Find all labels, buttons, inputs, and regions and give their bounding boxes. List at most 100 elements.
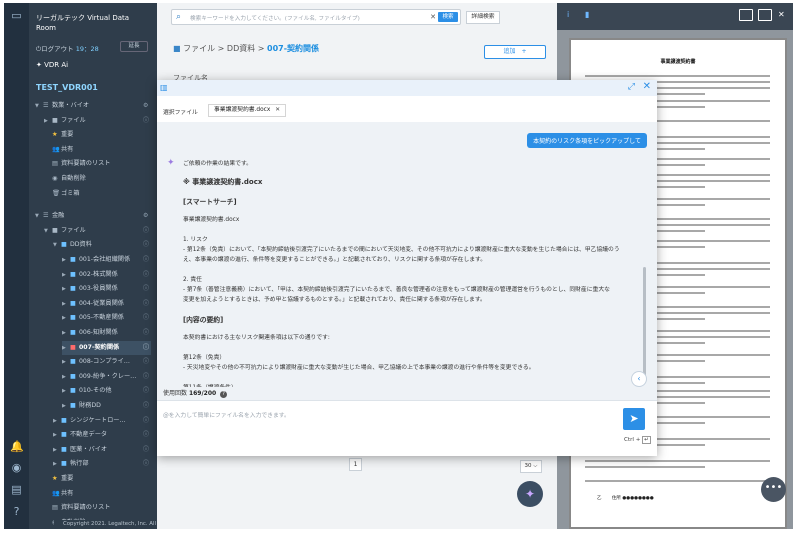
info-icon[interactable]: ⓘ [143, 224, 151, 238]
expand-icon[interactable]: ⤢ [628, 82, 635, 92]
tree-item[interactable]: 🗑ゴミ箱 [44, 187, 151, 201]
folder-icon[interactable]: ▭ [10, 9, 23, 22]
tree-item[interactable]: ▶ ■ 003-役員関係 ⓘ [62, 282, 151, 296]
collapse-button[interactable]: ‹ [631, 371, 647, 387]
tree-item[interactable]: 👥共有 [44, 143, 151, 157]
bell-icon[interactable]: 🔔 [10, 440, 24, 453]
search-input[interactable]: 検索キーワードを入力してください。(ファイル名, ファイルタイプ) [190, 14, 360, 22]
info-icon[interactable]: ⓘ [143, 428, 151, 442]
tree-item[interactable]: ▤ 資料要請のリスト [44, 157, 151, 171]
sidebar-toggle-icon[interactable]: ▥ [160, 83, 168, 92]
info-icon[interactable]: ⅰ [567, 10, 569, 19]
tree-arrow-icon[interactable]: ▶ [53, 428, 61, 442]
info-icon[interactable]: ⓘ [143, 384, 151, 398]
tree-item[interactable]: ▼ ■ ファイル ⓘ [44, 224, 151, 238]
tree-arrow-icon[interactable]: ▶ [53, 414, 61, 428]
info-icon[interactable]: ⓘ [143, 114, 151, 128]
info-icon[interactable]: ⓘ [143, 414, 151, 428]
per-page-select[interactable]: 30 ⌵ [520, 460, 542, 473]
scrollbar[interactable] [643, 267, 646, 382]
info-icon[interactable]: ⓘ [143, 311, 151, 325]
tree-arrow-icon[interactable]: ▶ [62, 297, 70, 311]
tree-item[interactable]: ◉自動削除 [44, 172, 151, 186]
tree-item[interactable]: ▶ ■ 執行部 ⓘ [53, 457, 151, 471]
info-icon[interactable]: ⓘ [143, 253, 151, 267]
close-icon[interactable]: ✕ [643, 81, 651, 92]
gear-icon[interactable]: ⚙ [143, 99, 151, 113]
tree-item[interactable]: ▶ ■ 007-契約関係 ⓘ [62, 340, 151, 355]
close-icon[interactable]: ✕ [778, 10, 785, 19]
tree-item[interactable]: ★ 重要 [44, 472, 151, 486]
tree-arrow-icon[interactable]: ▶ [53, 443, 61, 457]
tree-item[interactable]: 👥共有 [44, 487, 151, 501]
info-icon[interactable]: ⓘ [143, 268, 151, 282]
info-icon[interactable]: ⓘ [143, 457, 151, 471]
page-number[interactable]: 1 [349, 458, 362, 471]
tree-arrow-icon[interactable]: ▼ [35, 99, 43, 113]
tree-arrow-icon[interactable]: ▶ [62, 268, 70, 282]
document-icon[interactable]: ▤ [10, 483, 23, 496]
tree-item[interactable]: ▼ ☰ 数業・バイオ ⚙ [35, 99, 151, 113]
tree-arrow-icon[interactable]: ▼ [53, 238, 61, 252]
fullscreen-icon[interactable] [758, 9, 772, 21]
help-icon[interactable]: ? [220, 391, 228, 398]
tree-item[interactable]: ▶ ■ シンジケートロー… ⓘ [53, 414, 151, 428]
tree-item[interactable]: ▶ ■ 財務DD ⓘ [62, 399, 151, 413]
search-button[interactable]: 検索 [438, 12, 458, 22]
clear-icon[interactable]: ✕ [430, 13, 436, 21]
info-icon[interactable]: ⓘ [143, 370, 151, 384]
tree-arrow-icon[interactable]: ▶ [62, 282, 70, 296]
tree-item[interactable]: ▶ ■ 006-知財関係 ⓘ [62, 326, 151, 340]
breadcrumb-root[interactable]: ファイル [183, 44, 215, 53]
more-menu-button[interactable]: ••• [761, 477, 786, 502]
tree-item[interactable]: ▶ ■ 009-紛争・クレー… ⓘ [62, 370, 151, 384]
gear-icon[interactable]: ⚙ [143, 209, 151, 223]
tree-item[interactable]: ▤ 資料要請のリスト [44, 501, 151, 515]
bookmark-icon[interactable]: ▮ [585, 10, 589, 19]
info-icon[interactable]: ⓘ [143, 399, 151, 413]
add-button[interactable]: 追加 + [484, 45, 546, 59]
remove-file-icon[interactable]: ✕ [275, 107, 280, 113]
tree-arrow-icon[interactable]: ▼ [35, 209, 43, 223]
breadcrumb-mid[interactable]: DD資料 [227, 44, 255, 53]
tree-item[interactable]: ▶ ■ ファイル ⓘ [44, 114, 151, 128]
tree-item[interactable]: ▶ ■ 不動産データ ⓘ [53, 428, 151, 442]
extend-button[interactable]: 延長 [120, 41, 148, 52]
chat-input[interactable]: @を入力して簡単にファイル名を入力できます。 [163, 410, 290, 419]
user-icon[interactable]: ◉ [10, 461, 23, 474]
tree-item[interactable]: ▶ ■ 008-コンプライ… ⓘ [62, 355, 151, 369]
tree-arrow-icon[interactable]: ▶ [62, 370, 70, 384]
tree-arrow-icon[interactable]: ▶ [62, 341, 70, 355]
tree-arrow-icon[interactable]: ▶ [62, 355, 70, 369]
tree-item[interactable]: ▶ ■ 005-不動産関係 ⓘ [62, 311, 151, 325]
tree-item[interactable]: ▶ ■ 001-会社組織関係 ⓘ [62, 253, 151, 267]
info-icon[interactable]: ⓘ [143, 297, 151, 311]
vdr-ai-link[interactable]: ✦ VDR Ai [36, 61, 68, 69]
tree-arrow-icon[interactable]: ▶ [62, 326, 70, 340]
tree-item[interactable]: ▶ ■ 010-その他 ⓘ [62, 384, 151, 398]
tree-item[interactable]: ★ 重要 [44, 128, 151, 142]
tree-arrow-icon[interactable]: ▶ [62, 384, 70, 398]
tree-item[interactable]: ▼ ■ DD資料 ⓘ [53, 238, 151, 252]
info-icon[interactable]: ⓘ [143, 282, 151, 296]
tree-item[interactable]: ▶ ■ 002-株式関係 ⓘ [62, 268, 151, 282]
ai-assistant-button[interactable]: ✦ [517, 481, 543, 507]
help-icon[interactable]: ? [10, 505, 23, 518]
tree-arrow-icon[interactable]: ▶ [44, 114, 52, 128]
info-icon[interactable]: ⓘ [143, 355, 151, 369]
tree-item[interactable]: ▶ ■ 004-従業員関係 ⓘ [62, 297, 151, 311]
info-icon[interactable]: ⓘ [143, 443, 151, 457]
info-icon[interactable]: ⓘ [143, 238, 151, 252]
tree-arrow-icon[interactable]: ▼ [44, 224, 52, 238]
advanced-search-button[interactable]: 詳細検索 [466, 11, 500, 24]
window-icon[interactable] [739, 9, 753, 21]
tree-item[interactable]: ▼ ☰ 金融 ⚙ [35, 209, 151, 223]
project-name[interactable]: TEST_VDR001 [36, 83, 98, 92]
logout-timer[interactable]: ⏻ログアウト 19：28 [36, 43, 99, 54]
tree-arrow-icon[interactable]: ▶ [53, 457, 61, 471]
send-button[interactable]: ➤ [623, 408, 645, 430]
tree-arrow-icon[interactable]: ▶ [62, 399, 70, 413]
info-icon[interactable]: ⓘ [143, 326, 151, 340]
tree-arrow-icon[interactable]: ▶ [62, 311, 70, 325]
tree-item[interactable]: ▶ ■ 医薬・バイオ ⓘ [53, 443, 151, 457]
